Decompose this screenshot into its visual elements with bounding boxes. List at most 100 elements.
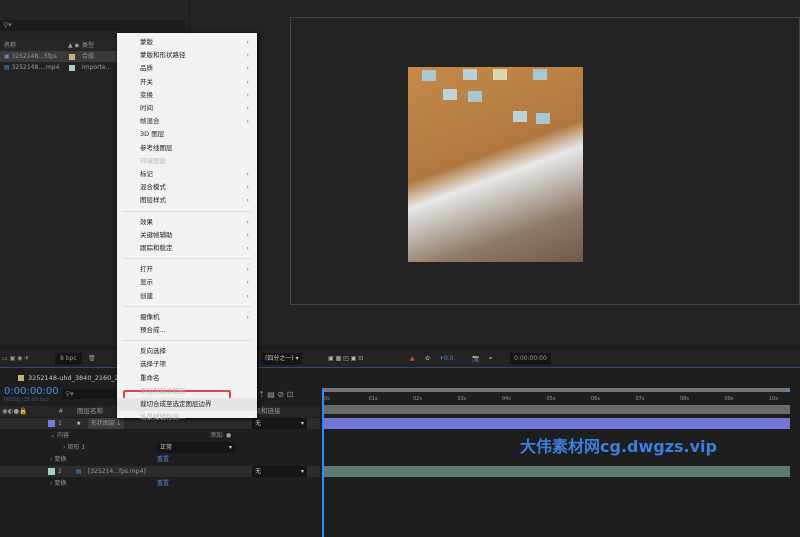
menu-item-label: 环境图层 (140, 156, 166, 165)
menu-item: 环境图层 (117, 155, 257, 168)
menu-item[interactable]: 标记 › (117, 168, 257, 181)
menu-item-label: 时间 (140, 104, 153, 112)
layer-color (48, 420, 55, 427)
menu-item-label: 创建 (140, 291, 153, 300)
layer-row[interactable]: 2 ▤ [325214...fps.mp4] 无 ▾ (0, 466, 320, 477)
parent-select[interactable]: 无 ▾ (252, 418, 307, 429)
menu-item[interactable]: 图层样式 › (117, 194, 257, 207)
menu-item[interactable]: 反向选择 (117, 345, 257, 358)
menu-item[interactable]: 重命名 (117, 372, 257, 385)
add-button[interactable]: 添加: ● (210, 430, 231, 441)
ruler-tick: 0s (324, 396, 330, 402)
menu-item-label: 裁切合成至选定图层边界 (140, 400, 212, 408)
current-time[interactable]: 0:00:00:00 (4, 386, 59, 397)
work-area-bar[interactable] (322, 388, 790, 392)
menu-item[interactable]: 裁切合成至选定图层边界 (117, 398, 257, 411)
menu-item-label: 显示 (140, 278, 153, 287)
layer-name[interactable]: [325214...fps.mp4] (88, 466, 146, 477)
ruler-tick: 07s (635, 396, 645, 402)
timeline-switch-icons[interactable]: ⇡ ▤ ⊘ ⊡ (258, 390, 293, 399)
menu-item[interactable]: 品质 › (117, 62, 257, 75)
menu-item[interactable]: 显示 › (117, 276, 257, 289)
chevron-right-icon: › (246, 196, 249, 205)
menu-item-label: 蒙版和形状路径 (140, 51, 186, 60)
show-snapshot-icon[interactable]: ⚭ (488, 353, 493, 365)
menu-item-label: 打开 (140, 265, 153, 274)
playhead[interactable] (322, 388, 324, 537)
chevron-right-icon: › (246, 77, 249, 86)
menu-item[interactable]: 选择子项 (117, 358, 257, 371)
watermark: 大伟素材网cg.dwgzs.vip (520, 437, 717, 456)
menu-item[interactable]: 开关 › (117, 76, 257, 89)
menu-item[interactable]: 参考线图层 (117, 142, 257, 155)
menu-item[interactable]: 效果 › (117, 216, 257, 229)
footage-icon: ▤ (76, 468, 82, 475)
ruler-tick: 10s (769, 396, 778, 402)
col-name[interactable]: 名称 (4, 42, 16, 49)
chevron-right-icon: › (246, 170, 249, 178)
bpc-button[interactable]: 8 bpc (55, 353, 82, 365)
project-search-input[interactable]: ⚲▾ (0, 20, 185, 31)
blend-mode-select[interactable]: 正常 ▾ (157, 442, 235, 453)
layer-context-menu: 蒙版 › 蒙版和形状路径 › 品质 › 开关 › 变换 › 时间 › 帧混合 › 3D 图层 参考线图层 环境图… (117, 33, 257, 421)
chevron-right-icon: › (246, 104, 249, 112)
contents-row[interactable]: ⌄ 内容 添加: ● (0, 430, 320, 441)
exposure-value[interactable]: +0.0 (439, 353, 454, 365)
menu-item[interactable]: 摄像机 › (117, 311, 257, 324)
snapshot-icon[interactable]: 📷 (472, 353, 479, 365)
menu-item[interactable]: 跟踪和稳定 › (117, 242, 257, 255)
menu-item[interactable]: 预合成... (117, 324, 257, 337)
toolbar-icons[interactable]: ▭ ▣ ◉ ✈ (2, 353, 29, 365)
col-layer-name[interactable]: 图层名称 (77, 406, 103, 417)
label-icon: ▲ ◆ (68, 42, 80, 49)
chevron-right-icon: › (246, 265, 249, 274)
menu-item-label: 3D 图层 (140, 130, 165, 139)
menu-item[interactable]: 蒙版和形状路径 › (117, 49, 257, 62)
menu-item[interactable]: 3D 图层 (117, 128, 257, 141)
col-type[interactable]: 类型 (82, 40, 94, 51)
parent-select[interactable]: 无 ▾ (252, 466, 307, 477)
viewer-timecode[interactable]: 0:00:00:00 (510, 353, 551, 365)
menu-item-label: 混合模式 (140, 183, 166, 192)
menu-item[interactable]: 混合模式 › (117, 181, 257, 194)
menu-item[interactable]: 创建 › (117, 290, 257, 303)
menu-item[interactable]: 时间 › (117, 102, 257, 115)
time-ruler[interactable]: 0s 01s 02s 03s 04s 05s 06s 07s 08s 09s 10s (322, 388, 790, 418)
chevron-right-icon: › (246, 244, 249, 252)
menu-item-label: 效果 (140, 217, 153, 226)
reset-link[interactable]: 重置 (157, 478, 169, 489)
menu-item-label: 选择子项 (140, 360, 166, 369)
menu-separator (123, 258, 251, 260)
ruler-tick: 04s (502, 396, 511, 402)
layer-bar-footage[interactable] (322, 466, 790, 477)
composition-icon: ▣ (4, 53, 10, 60)
chevron-right-icon: › (246, 312, 249, 321)
ruler-tick: 03s (457, 396, 467, 402)
footage-icon: ▤ (4, 64, 10, 71)
viewer-toggle-icons[interactable]: ▣ ▦ ◰ ▣ ⊡ (328, 353, 363, 365)
work-area-track[interactable] (322, 405, 790, 414)
rect-row[interactable]: › 矩形 1 正常 ▾ (0, 442, 320, 453)
ruler-tick: 05s (546, 396, 556, 402)
menu-item[interactable]: 帧混合 › (117, 115, 257, 128)
menu-item-label: 蒙版 (140, 38, 153, 46)
exposure-icon[interactable]: ✿ (425, 353, 430, 365)
resolution-select[interactable]: (四分之一) ▾ (262, 353, 302, 365)
reset-link[interactable]: 重置 (157, 454, 169, 465)
timeline-search-input[interactable]: ⚲▾ (62, 389, 117, 399)
menu-item[interactable]: 关键帧辅助 › (117, 229, 257, 242)
menu-item[interactable]: 蒙版 › (117, 36, 257, 49)
transform-row[interactable]: › 变换 重置 (0, 454, 320, 465)
chevron-right-icon: › (246, 291, 249, 300)
layer-bar-shape[interactable] (322, 418, 790, 429)
chevron-right-icon: › (246, 230, 249, 239)
transform-row[interactable]: › 变换 重置 (0, 478, 320, 489)
menu-item-label: 开关 (140, 77, 153, 86)
trash-icon[interactable]: 🗑 (88, 353, 96, 365)
menu-item[interactable]: 变换 › (117, 89, 257, 102)
timeline-tab[interactable]: 3252148-uhd_3840_2160_25fps (0, 372, 133, 384)
menu-item[interactable]: 打开 › (117, 263, 257, 276)
ruler-tick: 01s (368, 396, 378, 402)
ruler-tick: 09s (724, 396, 734, 402)
color-channels-icon[interactable]: ▲ (410, 353, 415, 365)
